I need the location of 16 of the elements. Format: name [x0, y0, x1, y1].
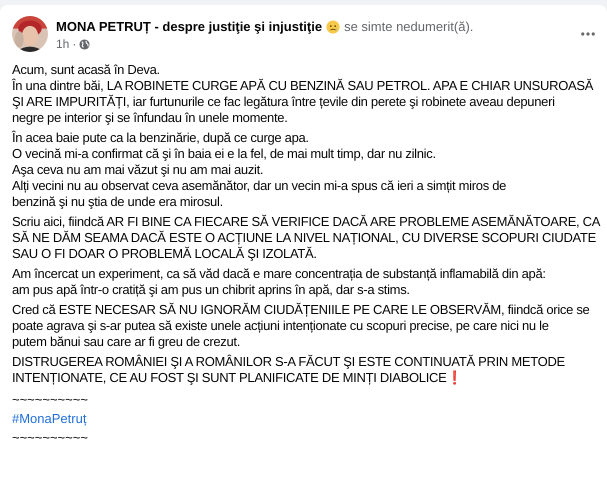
separator-dot: · [72, 37, 76, 52]
confused-face-icon [326, 20, 340, 34]
post-time[interactable]: 1h [56, 37, 70, 52]
post-paragraph: Am încercat un experiment, ca să văd dacă e mare concentrația de substanță inflamabilă din apă: am pus apă într-o cratiță şi am pus un chibrit aprins în apă, dar s-a stims. [12, 266, 547, 298]
post-paragraph: Acum, sunt acasă în Deva. În una dintre băi, LA ROBINETE CURGE APĂ CU BENZINĂ SAU PETROL. APA E CHIAR UNSUROASĂ ŞI ARE IMPURITĂȚI, iar furtunurile ce fac legătura între țevile din perete şi robinete aveau depuneri negre pe interior şi se înfundau în unele momente. [12, 62, 594, 126]
feeling-text: se simte nedumerit(ă). [344, 18, 474, 35]
author-name[interactable]: MONA PETRUȚ - despre justiţie şi injustiţie [56, 18, 322, 35]
post-paragraph: În acea baie pute ca la benzinărie, după ce curge apa. O vecină mi-a confirmat că şi în baia ei e la fel, de mai mult timp, dar nu zilnic. Aşa ceva nu am mai văzut şi nu am mai auzit. Alți vecini nu au observat ceva asemănător, dar un vecin mi-a spus că ieri a simțit miros de benzină şi nu ştia de unde era mirosul. [12, 130, 508, 210]
post-paragraph: Cred că ESTE NECESAR SĂ NU IGNORĂM CIUDĂȚENIILE PE CARE LE OBSERVĂM, fiindcă orice se poate agrava şi s-ar putea să existe unele acțiuni intenționate cu scopuri precise, pe care nici nu le putem bănui sau care ar fi greu de crezut. [12, 302, 590, 350]
hashtag-link[interactable]: #MonaPetruț [12, 411, 86, 426]
globe-icon [79, 39, 90, 50]
post-paragraph: DISTRUGEREA ROMÂNIEI ŞI A ROMÂNILOR S-A FĂCUT ŞI ESTE CONTINUATĂ PRIN METODE INTENȚIONATE, CE AU FOST ŞI SUNT PLANIFICATE DE MINȚI DIABOLICE❗ [12, 354, 566, 386]
post-paragraph: Scriu aici, fiindcă AR FI BINE CA FIECARE SĂ VERIFICE DACĂ ARE PROBLEME ASEMĂNĂTOARE, CA SĂ NE DĂM SEAMA DACĂ ESTE O ACȚIUNE LA NIVEL NAȚIONAL, CU DIVERSE SCOPURI CIUDATE SAU O FI DOAR O PROBLEMĂ LOCALĂ ŞI IZOLATĂ. [12, 214, 602, 262]
tilde-divider: ~~~~~~~~~~ [12, 392, 88, 407]
more-options-icon[interactable] [581, 32, 595, 36]
tilde-divider: ~~~~~~~~~~ [12, 430, 88, 445]
